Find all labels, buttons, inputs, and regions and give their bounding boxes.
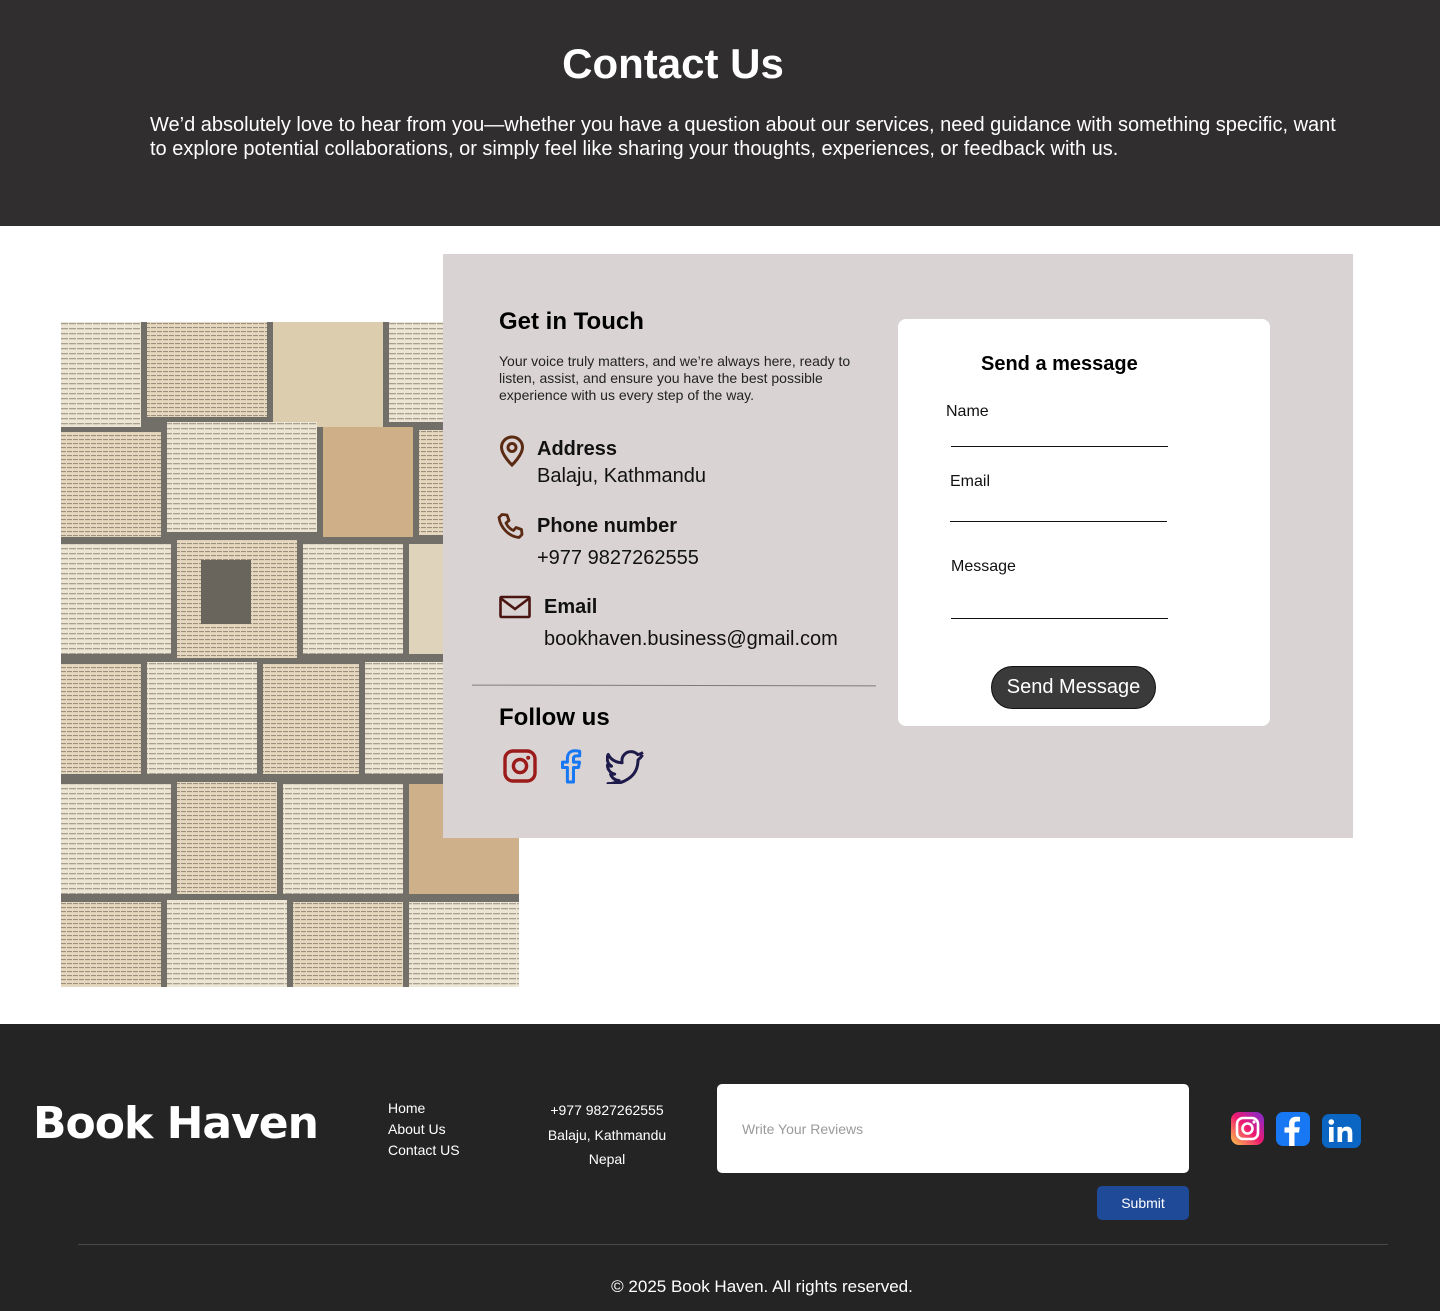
instagram-icon[interactable] xyxy=(1231,1112,1264,1150)
message-label: Message xyxy=(951,558,1016,575)
send-message-button[interactable]: Send Message xyxy=(991,666,1156,709)
address-value: Balaju, Kathmandu xyxy=(537,465,707,487)
phone-label: Phone number xyxy=(537,515,678,537)
copyright-text: © 2025 Book Haven. All rights reserved. xyxy=(611,1277,913,1296)
facebook-icon[interactable] xyxy=(1276,1112,1310,1151)
email-label: Email xyxy=(544,596,598,618)
instagram-icon[interactable] xyxy=(502,748,538,789)
phone-icon xyxy=(496,511,526,546)
linkedin-icon[interactable] xyxy=(1322,1114,1361,1153)
footer-country: Nepal xyxy=(588,1151,626,1167)
hero-section: Contact Us We’d absolutely love to hear … xyxy=(0,0,1440,226)
page-title: Contact Us xyxy=(562,40,784,87)
name-label: Name xyxy=(946,403,989,420)
follow-us-title: Follow us xyxy=(499,704,610,731)
email-field-label: Email xyxy=(950,473,991,490)
footer-divider xyxy=(78,1244,1388,1245)
address-label: Address xyxy=(537,438,618,460)
footer: Book Haven Home About Us Contact US +977… xyxy=(0,1024,1440,1311)
envelope-icon xyxy=(499,595,531,624)
footer-address: Balaju, Kathmandu xyxy=(547,1126,667,1143)
divider xyxy=(471,684,877,687)
footer-nav: Home About Us Contact US xyxy=(388,1098,460,1161)
email-field[interactable] xyxy=(950,521,1167,522)
facebook-icon[interactable] xyxy=(556,748,586,789)
phone-value[interactable]: +977 9827262555 xyxy=(537,547,699,570)
review-input[interactable] xyxy=(717,1084,1189,1173)
get-in-touch-description: Your voice truly matters, and we’re alwa… xyxy=(499,353,851,403)
footer-phone: +977 9827262555 xyxy=(550,1102,664,1118)
footer-contact: +977 9827262555 Balaju, Kathmandu Nepal xyxy=(530,1098,684,1172)
footer-link-home[interactable]: Home xyxy=(388,1098,460,1119)
get-in-touch-title: Get in Touch xyxy=(499,308,644,335)
form-title: Send a message xyxy=(981,353,1138,375)
footer-link-contact[interactable]: Contact US xyxy=(388,1140,460,1161)
submit-review-button[interactable]: Submit xyxy=(1097,1186,1189,1220)
contact-panel: Get in Touch Your voice truly matters, a… xyxy=(443,254,1353,838)
brand-logo: Book Haven xyxy=(33,1098,319,1149)
message-field[interactable] xyxy=(951,618,1168,619)
email-value[interactable]: bookhaven.business@gmail.com xyxy=(544,628,838,651)
name-field[interactable] xyxy=(951,446,1168,447)
location-pin-icon xyxy=(498,435,526,472)
twitter-icon[interactable] xyxy=(605,748,646,789)
hero-intro-text: We’d absolutely love to hear from you—wh… xyxy=(150,114,1336,160)
message-form: Send a message Name Email Message Send M… xyxy=(898,319,1270,726)
footer-link-about[interactable]: About Us xyxy=(388,1119,460,1140)
